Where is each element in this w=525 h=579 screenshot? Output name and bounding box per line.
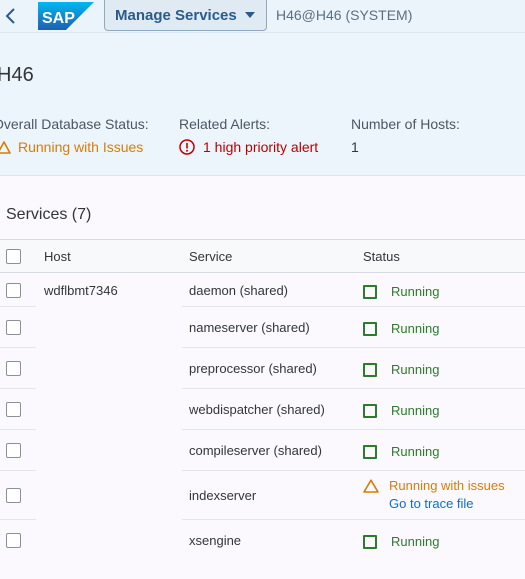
row-checkbox[interactable] (6, 488, 21, 503)
host-cell: wdflbmt7346 (44, 283, 118, 298)
table-row[interactable]: wdflbmt7346 daemon (shared) Running (0, 273, 525, 306)
db-status-text: Running with Issues (18, 139, 144, 155)
table-row[interactable]: nameserver (shared) Running (0, 307, 525, 347)
row-checkbox[interactable] (6, 443, 21, 458)
running-square-icon (363, 403, 377, 418)
service-cell: xsengine (189, 533, 242, 548)
table-row[interactable]: indexserver Running with issues Go to tr… (0, 471, 525, 519)
back-chevron-icon[interactable] (3, 6, 19, 26)
status-cell: Running with issues Go to trace file (363, 478, 505, 511)
running-square-icon (363, 284, 377, 299)
page-title: H46 (0, 64, 34, 86)
status-text: Running (391, 534, 440, 549)
service-cell: webdispatcher (shared) (189, 402, 325, 417)
table-row[interactable]: compileserver (shared) Running (0, 430, 525, 470)
column-header-host[interactable]: Host (44, 249, 71, 264)
error-circle-icon (179, 139, 195, 155)
row-checkbox[interactable] (6, 320, 21, 335)
status-cell: Running (363, 403, 439, 418)
app-title: Manage Services (115, 6, 237, 24)
table-header: Host Service Status (0, 239, 525, 273)
alerts-value[interactable]: 1 high priority alert (179, 139, 318, 155)
trace-file-link[interactable]: Go to trace file (389, 496, 505, 511)
status-cell: Running (363, 284, 439, 299)
status-cell: Running (363, 444, 439, 459)
alerts-label: Related Alerts: (179, 116, 271, 132)
db-status-label: Overall Database Status: (0, 116, 149, 132)
running-square-icon (363, 534, 377, 549)
table-row[interactable]: xsengine Running (0, 520, 525, 560)
status-text: Running (391, 444, 440, 459)
table-row[interactable]: preprocessor (shared) Running (0, 348, 525, 388)
select-all-checkbox[interactable] (6, 249, 21, 264)
alerts-text: 1 high priority alert (203, 139, 319, 155)
column-header-status[interactable]: Status (363, 249, 400, 264)
warning-icon (363, 478, 379, 493)
service-cell: compileserver (shared) (189, 443, 322, 458)
service-cell: indexserver (189, 488, 257, 503)
status-cell: Running (363, 321, 439, 336)
running-square-icon (363, 444, 377, 459)
status-cell: Running (363, 534, 439, 549)
status-text: Running (391, 403, 440, 418)
warning-icon (0, 140, 11, 154)
status-text: Running (391, 284, 440, 299)
running-square-icon (363, 321, 377, 336)
services-title: Services (7) (6, 206, 92, 223)
row-checkbox[interactable] (6, 402, 21, 417)
status-cell: Running (363, 362, 439, 377)
app-title-menu[interactable]: Manage Services (104, 0, 267, 31)
system-label: H46@H46 (SYSTEM) (276, 7, 413, 23)
row-checkbox[interactable] (6, 283, 21, 298)
status-text: Running (391, 362, 440, 377)
warning-status: Running with issues (363, 478, 505, 493)
column-header-service[interactable]: Service (189, 249, 232, 264)
hosts-value: 1 (351, 139, 359, 155)
table-row[interactable]: webdispatcher (shared) Running (0, 389, 525, 429)
service-cell: daemon (shared) (189, 283, 288, 298)
caret-down-icon (244, 12, 255, 18)
row-checkbox[interactable] (6, 361, 21, 376)
running-square-icon (363, 362, 377, 377)
status-text: Running (391, 321, 440, 336)
hosts-label: Number of Hosts: (351, 116, 460, 132)
db-status-value: Running with Issues (0, 139, 143, 155)
row-checkbox[interactable] (6, 533, 21, 548)
sap-logo-text: SAP (42, 10, 75, 27)
status-text: Running with issues (389, 478, 505, 493)
sap-logo[interactable]: SAP (38, 2, 94, 30)
service-cell: nameserver (shared) (189, 320, 310, 335)
service-cell: preprocessor (shared) (189, 361, 317, 376)
